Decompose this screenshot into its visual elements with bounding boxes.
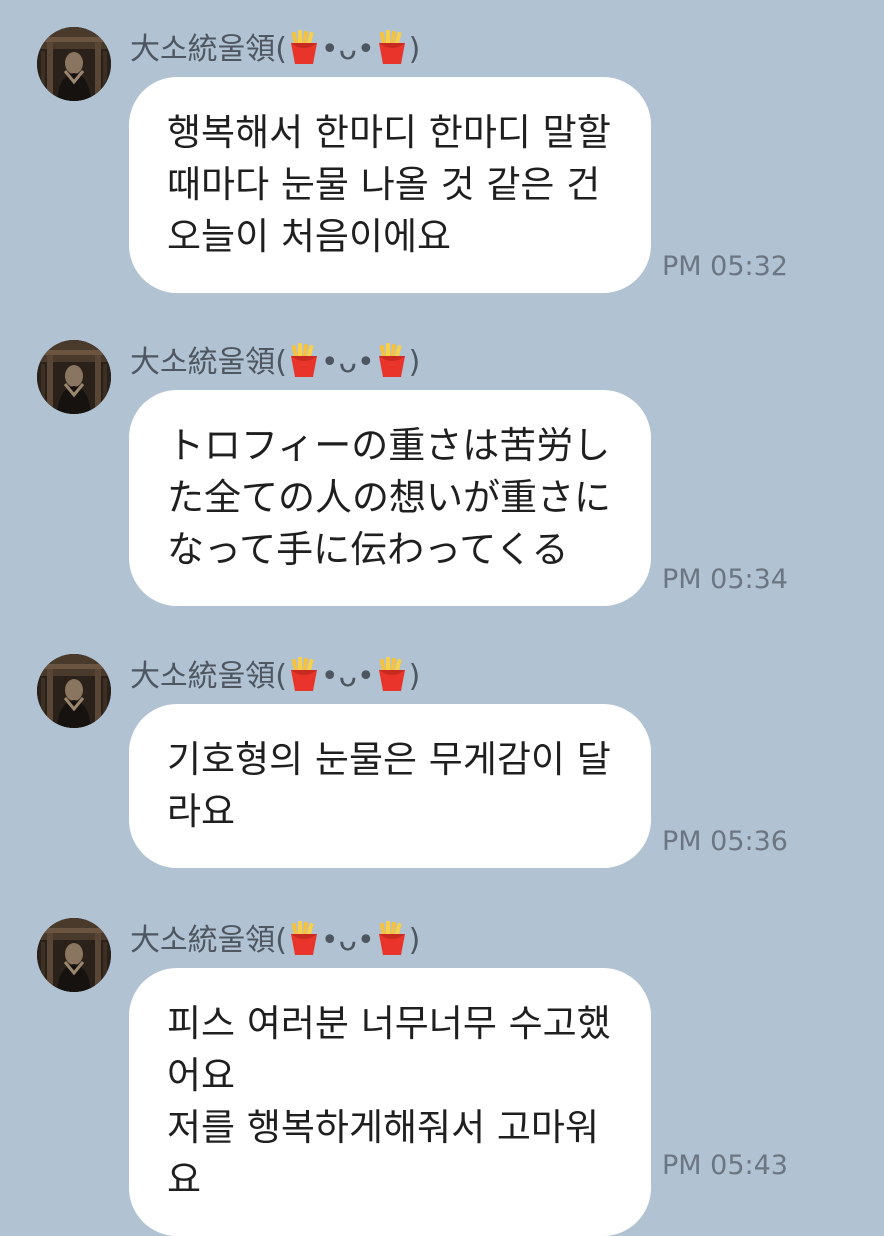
message-bubble[interactable]: 행복해서 한마디 한마디 말할 때마다 눈물 나올 것 같은 건 오늘이 처음이… <box>129 77 651 293</box>
message-text: トロフィーの重さは苦労した全ての人の想いが重さになって手に伝わってくる <box>167 424 611 571</box>
avatar[interactable] <box>37 340 111 414</box>
french-fries-icon <box>375 656 409 703</box>
chat-view[interactable]: 大소統울領(•ᴗ•) 행복해서 한마디 한마디 말할 때마다 눈물 나올 것 같… <box>0 0 884 1236</box>
sender-name: 大소統울領(•ᴗ•) <box>130 29 420 76</box>
message-bubble[interactable]: 피스 여러분 너무너무 수고했어요 저를 행복하게해줘서 고마워요 <box>129 968 651 1236</box>
timestamp: PM 05:36 <box>662 826 788 857</box>
timestamp: PM 05:34 <box>662 564 788 595</box>
french-fries-icon <box>287 656 321 703</box>
message-text: 기호형의 눈물은 무게감이 달라요 <box>167 738 611 833</box>
message-bubble[interactable]: トロフィーの重さは苦労した全ての人の想いが重さになって手に伝わってくる <box>129 390 651 606</box>
french-fries-icon <box>287 29 321 76</box>
avatar[interactable] <box>37 654 111 728</box>
avatar[interactable] <box>37 27 111 101</box>
sender-name: 大소統울領(•ᴗ•) <box>130 656 420 703</box>
french-fries-icon <box>375 342 409 389</box>
sender-name: 大소統울領(•ᴗ•) <box>130 342 420 389</box>
message-text: 행복해서 한마디 한마디 말할 때마다 눈물 나올 것 같은 건 오늘이 처음이… <box>167 111 623 258</box>
avatar[interactable] <box>37 918 111 992</box>
message-text: 피스 여러분 너무너무 수고했어요 저를 행복하게해줘서 고마워요 <box>167 1002 611 1201</box>
french-fries-icon <box>287 342 321 389</box>
timestamp: PM 05:32 <box>662 251 788 282</box>
french-fries-icon <box>287 920 321 967</box>
sender-name: 大소統울領(•ᴗ•) <box>130 920 420 967</box>
timestamp: PM 05:43 <box>662 1150 788 1181</box>
french-fries-icon <box>375 920 409 967</box>
french-fries-icon <box>375 29 409 76</box>
message-bubble[interactable]: 기호형의 눈물은 무게감이 달라요 <box>129 704 651 868</box>
